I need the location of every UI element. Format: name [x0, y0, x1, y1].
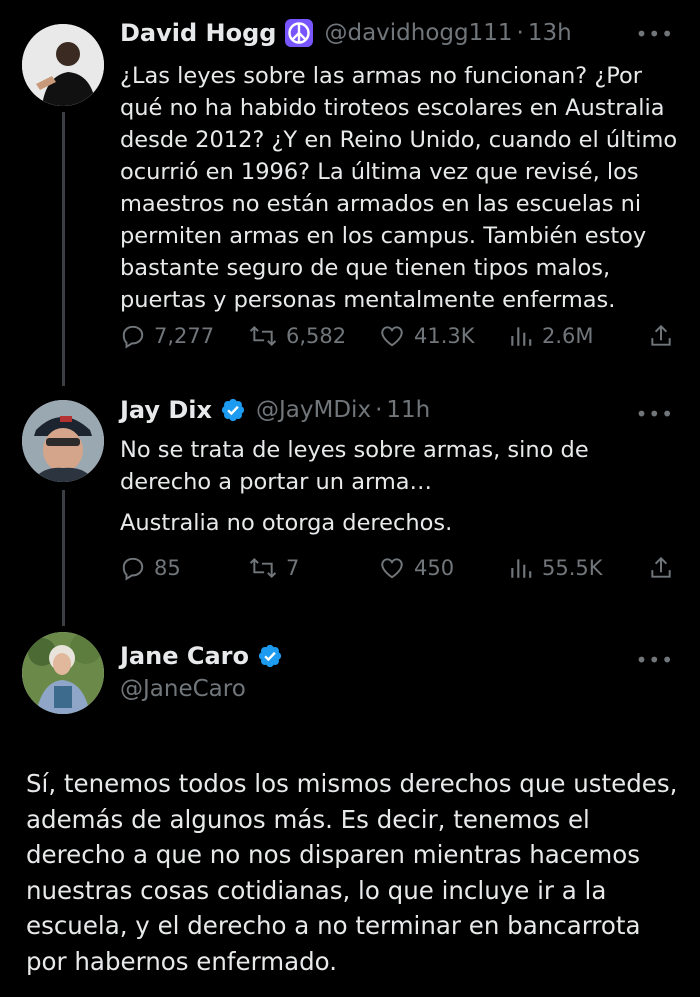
tweet-header: Jay Dix @JayMDix · 11h [120, 396, 430, 424]
reply-button[interactable]: 85 [120, 555, 181, 581]
share-icon [651, 556, 671, 578]
timestamp[interactable]: 13h [528, 20, 572, 46]
views-count: 2.6M [542, 324, 594, 348]
retweet-button[interactable]: 7 [248, 555, 299, 581]
like-count: 450 [414, 556, 455, 580]
avatar[interactable] [22, 632, 104, 714]
tweet-header: Jane Caro [120, 642, 283, 670]
like-button[interactable]: 450 [378, 555, 454, 581]
peace-badge-icon [284, 18, 314, 48]
tweet-actions: 7,277 6,582 41.3K 2.6M [120, 320, 676, 352]
username[interactable]: @JayMDix [256, 397, 371, 423]
share-icon [651, 324, 671, 346]
display-name[interactable]: Jane Caro [120, 642, 249, 670]
display-name[interactable]: Jay Dix [120, 396, 212, 424]
tweet-actions: 85 7 450 55.5K [120, 552, 676, 584]
tweet-text: Sí, tenemos todos los mismos derechos qu… [26, 769, 678, 976]
heart-icon [381, 558, 403, 579]
retweet-count: 7 [286, 556, 300, 580]
retweet-icon [249, 557, 277, 579]
share-button[interactable] [648, 555, 674, 581]
tweet-jay-dix[interactable]: Jay Dix @JayMDix · 11h ••• No se trata d… [0, 390, 700, 630]
views-icon [511, 559, 532, 578]
retweet-count: 6,582 [286, 324, 347, 348]
like-button[interactable]: 41.3K [378, 323, 475, 349]
tweet-text-second: Australia no otorga derechos. [120, 510, 453, 536]
retweet-icon [249, 325, 277, 347]
username[interactable]: @davidhogg111 [324, 20, 512, 46]
views-button[interactable]: 55.5K [508, 555, 603, 581]
more-horizontal-icon[interactable]: ••• [636, 22, 674, 46]
like-count: 41.3K [414, 324, 475, 348]
share-button[interactable] [648, 323, 674, 349]
tweet-subheader: @JaneCaro [120, 676, 246, 702]
username[interactable]: @JaneCaro [120, 676, 246, 702]
reply-icon [122, 557, 144, 581]
tweet-text: No se trata de leyes sobre armas, sino d… [120, 437, 589, 495]
views-button[interactable]: 2.6M [508, 323, 594, 349]
tweet-text: ¿Las leyes sobre las armas no funcionan?… [120, 63, 678, 313]
views-icon [511, 327, 532, 346]
verified-badge-icon [220, 397, 246, 423]
tweet-header: David Hogg @davidhogg111 · 13h [120, 18, 572, 48]
views-count: 55.5K [542, 556, 603, 580]
reply-button[interactable]: 7,277 [120, 323, 214, 349]
retweet-button[interactable]: 6,582 [248, 323, 346, 349]
separator: · [375, 397, 383, 423]
reply-count: 85 [154, 556, 181, 580]
tweet-david-hogg[interactable]: David Hogg @davidhogg111 · 13h ••• ¿Las … [0, 0, 700, 390]
separator: · [516, 20, 524, 46]
avatar[interactable] [22, 24, 104, 106]
timestamp[interactable]: 11h [386, 397, 430, 423]
avatar[interactable] [22, 400, 104, 482]
tweet-jane-caro[interactable]: Jane Caro @JaneCaro ••• Sí, tenemos todo… [0, 630, 700, 997]
more-horizontal-icon[interactable]: ••• [636, 402, 674, 426]
heart-icon [381, 326, 403, 347]
reply-icon [122, 325, 144, 349]
more-horizontal-icon[interactable]: ••• [636, 648, 674, 672]
verified-badge-icon [257, 643, 283, 669]
reply-count: 7,277 [154, 324, 215, 348]
display-name[interactable]: David Hogg [120, 19, 276, 47]
